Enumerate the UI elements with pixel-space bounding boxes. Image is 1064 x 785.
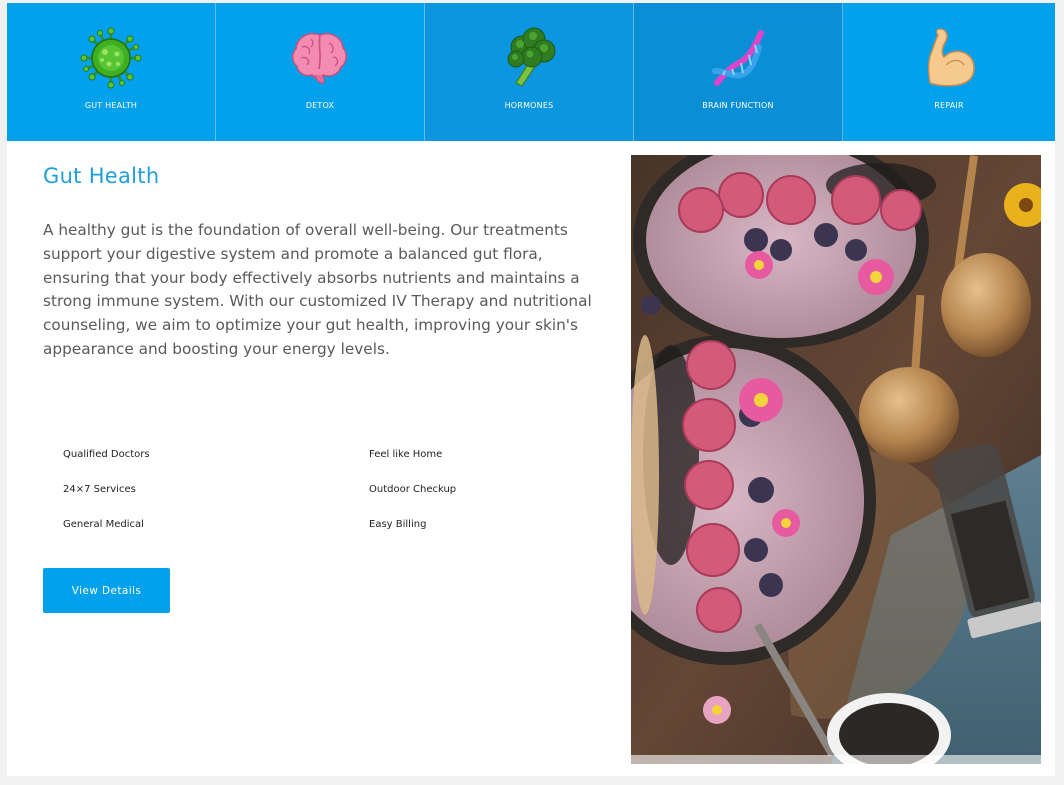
feature-item: 24×7 Services xyxy=(63,484,136,495)
tab-gut-health[interactable]: GUT HEALTH xyxy=(7,3,216,141)
virus-icon xyxy=(80,27,142,89)
brain-icon xyxy=(292,33,347,84)
feature-item: Outdoor Checkup xyxy=(369,484,457,495)
tab-hormones-label: HORMONES xyxy=(504,101,554,110)
tab-detox-label: DETOX xyxy=(305,101,335,110)
view-details-button[interactable]: View Details xyxy=(43,568,170,613)
broccoli-icon xyxy=(507,27,556,87)
service-tabs: GUT HEALTH DETOX HORMONES BRAIN FUNCTION… xyxy=(7,3,1055,141)
dna-icon xyxy=(712,30,764,86)
tab-repair[interactable]: REPAIR xyxy=(843,3,1055,141)
section-title: Gut Health xyxy=(43,164,160,188)
tab-gut-health-label: GUT HEALTH xyxy=(84,101,138,110)
tab-repair-label: REPAIR xyxy=(934,101,964,110)
tab-detox[interactable]: DETOX xyxy=(216,3,425,141)
feature-item: Easy Billing xyxy=(369,519,427,530)
page-frame: GUT HEALTH DETOX HORMONES BRAIN FUNCTION… xyxy=(7,3,1055,776)
feature-item: Feel like Home xyxy=(369,449,443,460)
section-description: A healthy gut is the foundation of overa… xyxy=(43,221,592,358)
smoothie-bowls-photo xyxy=(631,155,1041,764)
tab-brain-function[interactable]: BRAIN FUNCTION xyxy=(634,3,843,141)
flexed-biceps-icon xyxy=(927,28,975,87)
tab-brain-function-label: BRAIN FUNCTION xyxy=(702,101,774,110)
feature-item: Qualified Doctors xyxy=(63,449,150,460)
tab-hormones[interactable]: HORMONES xyxy=(425,3,634,141)
feature-item: General Medical xyxy=(63,519,144,530)
